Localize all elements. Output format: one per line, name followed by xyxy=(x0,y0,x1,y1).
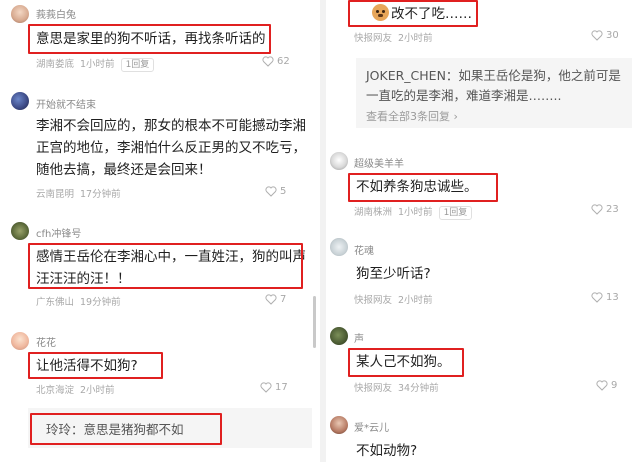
avatar[interactable] xyxy=(330,327,348,345)
like-count: 30 xyxy=(606,30,619,41)
avatar[interactable] xyxy=(11,222,29,240)
location-text: 快报网友 xyxy=(354,383,393,394)
comment-text: 李湘不会回应的，那女的根本不可能撼动李湘正宫的地位，李湘怕什么反正男的又不吃亏，… xyxy=(36,118,306,178)
location-text: 湖南娄底 xyxy=(36,59,75,70)
username[interactable]: 莪莪白兔 xyxy=(36,6,76,21)
location-text: 北京海淀 xyxy=(36,385,75,396)
like-count: 9 xyxy=(611,380,618,391)
time-text: 19分钟前 xyxy=(80,297,121,308)
comment-text: 改不了吃…… xyxy=(372,3,572,25)
left-comment-panel: 莪莪白兔 意思是家里的狗不听话，再找条听话的 湖南娄底 1小时前 1回复 62 开始… xyxy=(0,0,320,462)
heart-icon xyxy=(265,294,277,305)
comment-text-content: 改不了吃…… xyxy=(391,6,472,22)
dog-emoji-icon xyxy=(372,4,389,21)
like-count: 17 xyxy=(275,382,288,393)
comment-text: 狗至少听话? xyxy=(356,266,431,282)
username[interactable]: 声 xyxy=(354,330,364,345)
avatar[interactable] xyxy=(11,332,29,350)
username[interactable]: 花花 xyxy=(36,334,56,349)
time-text: 17分钟前 xyxy=(80,189,121,200)
like-button[interactable]: 5 xyxy=(265,186,286,197)
like-button[interactable]: 62 xyxy=(262,56,290,67)
location-text: 云南昆明 xyxy=(36,189,75,200)
comment-meta: 湖南娄底 1小时前 1回复 xyxy=(36,56,160,72)
location-text: 广东佛山 xyxy=(36,297,75,308)
view-all-replies-link[interactable]: 查看全部3条回复 › xyxy=(366,108,458,124)
comment-text: 不如养条狗忠诚些。 xyxy=(356,179,478,195)
avatar[interactable] xyxy=(11,5,29,23)
comment-text: 不如动物? xyxy=(356,443,418,459)
reply-button[interactable]: 1回复 xyxy=(120,58,155,72)
location-text: 快报网友 xyxy=(354,295,393,306)
comment-meta: 北京海淀 2小时前 xyxy=(36,382,121,396)
heart-icon xyxy=(262,56,274,67)
comment-meta: 湖南株洲 1小时前 1回复 xyxy=(354,204,478,220)
username[interactable]: 爱*云儿 xyxy=(354,419,389,434)
avatar[interactable] xyxy=(330,152,348,170)
scrollbar[interactable] xyxy=(313,296,316,348)
like-count: 23 xyxy=(606,204,619,215)
comment-meta: 云南昆明 17分钟前 xyxy=(36,186,127,200)
time-text: 2小时前 xyxy=(398,295,433,306)
avatar[interactable] xyxy=(330,238,348,256)
time-text: 2小时前 xyxy=(398,33,433,44)
comment-meta: 快报网友 34分钟前 xyxy=(354,380,445,394)
time-text: 2小时前 xyxy=(80,385,115,396)
time-text: 1小时前 xyxy=(398,207,433,218)
comment-text: 某人己不如狗。 xyxy=(356,354,451,370)
heart-icon xyxy=(591,292,603,303)
reply-button[interactable]: 1回复 xyxy=(438,206,473,220)
username[interactable]: cfh冲锋号 xyxy=(36,225,81,240)
heart-icon xyxy=(596,380,608,391)
reply-text: 玲玲：意思是猪狗都不如 xyxy=(46,422,184,437)
like-count: 5 xyxy=(280,186,287,197)
like-count: 62 xyxy=(277,56,290,67)
comment-text: 感情王岳伦在李湘心中，一直姓汪，狗的叫声汪汪汪的汪！！ xyxy=(36,249,306,287)
username[interactable]: 开始就不结束 xyxy=(36,96,96,111)
heart-icon xyxy=(260,382,272,393)
comment-text: 让他活得不如狗? xyxy=(36,358,138,374)
like-button[interactable]: 7 xyxy=(265,294,286,305)
avatar[interactable] xyxy=(330,416,348,434)
comment-text: 意思是家里的狗不听话，再找条听话的 xyxy=(36,31,266,47)
like-count: 13 xyxy=(606,292,619,303)
heart-icon xyxy=(591,204,603,215)
heart-icon xyxy=(265,186,277,197)
location-text: 快报网友 xyxy=(354,33,393,44)
like-button[interactable]: 9 xyxy=(596,380,617,391)
time-text: 1小时前 xyxy=(80,59,115,70)
like-button[interactable]: 30 xyxy=(591,30,619,41)
like-button[interactable]: 23 xyxy=(591,204,619,215)
like-button[interactable]: 13 xyxy=(591,292,619,303)
username[interactable]: 超级美羊羊 xyxy=(354,155,404,170)
time-text: 34分钟前 xyxy=(398,383,439,394)
heart-icon xyxy=(591,30,603,41)
reply-text: JOKER_CHEN：如果王岳伦是狗，他之前可是一直吃的是李湘，难道李湘是…….… xyxy=(366,68,621,103)
avatar[interactable] xyxy=(11,92,29,110)
comment-meta: 广东佛山 19分钟前 xyxy=(36,294,127,308)
right-comment-panel: 改不了吃…… 快报网友 2小时前 30 JOKER_CHEN：如果王岳伦是狗，他之… xyxy=(326,0,640,462)
like-count: 7 xyxy=(280,294,287,305)
username[interactable]: 花魂 xyxy=(354,242,374,257)
comment-meta: 快报网友 2小时前 xyxy=(354,30,439,44)
like-button[interactable]: 17 xyxy=(260,382,288,393)
comment-meta: 快报网友 2小时前 xyxy=(354,292,439,306)
location-text: 湖南株洲 xyxy=(354,207,393,218)
